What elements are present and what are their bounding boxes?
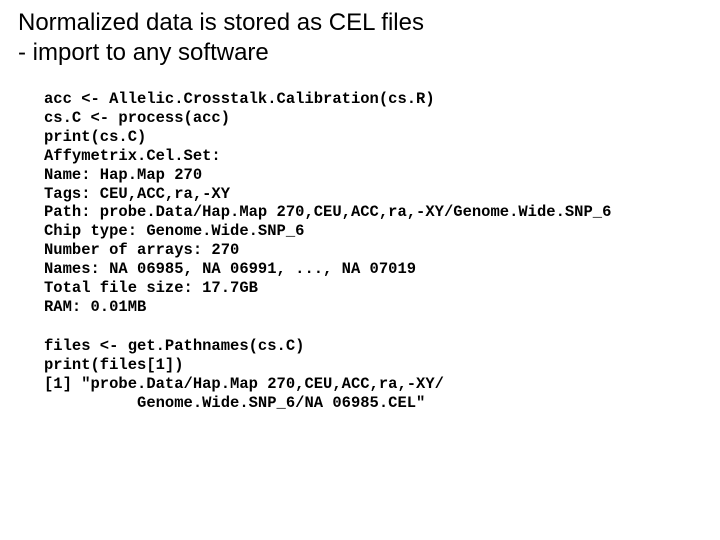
code-line: Affymetrix.Cel.Set: — [44, 147, 221, 165]
code-line: Path: probe.Data/Hap.Map 270,CEU,ACC,ra,… — [44, 203, 611, 221]
code-line: RAM: 0.01MB — [44, 298, 146, 316]
code-block-1: acc <- Allelic.Crosstalk.Calibration(cs.… — [44, 90, 702, 317]
code-line: Names: NA 06985, NA 06991, ..., NA 07019 — [44, 260, 416, 278]
code-line: print(files[1]) — [44, 356, 184, 374]
code-line: Genome.Wide.SNP_6/NA 06985.CEL" — [44, 394, 425, 412]
title-line-2: - import to any software — [18, 39, 269, 66]
code-line: print(cs.C) — [44, 128, 146, 146]
code-line: Total file size: 17.7GB — [44, 279, 258, 297]
code-line: [1] "probe.Data/Hap.Map 270,CEU,ACC,ra,-… — [44, 375, 444, 393]
title-line-1: Normalized data is stored as CEL files — [18, 9, 424, 36]
code-line: Tags: CEU,ACC,ra,-XY — [44, 185, 230, 203]
code-block-2: files <- get.Pathnames(cs.C) print(files… — [44, 337, 702, 413]
code-line: cs.C <- process(acc) — [44, 109, 230, 127]
code-line: acc <- Allelic.Crosstalk.Calibration(cs.… — [44, 90, 435, 108]
code-line: Chip type: Genome.Wide.SNP_6 — [44, 222, 304, 240]
slide-title: Normalized data is stored as CEL files -… — [18, 8, 702, 68]
code-line: files <- get.Pathnames(cs.C) — [44, 337, 304, 355]
slide: Normalized data is stored as CEL files -… — [0, 0, 720, 540]
code-line: Number of arrays: 270 — [44, 241, 239, 259]
code-line: Name: Hap.Map 270 — [44, 166, 202, 184]
